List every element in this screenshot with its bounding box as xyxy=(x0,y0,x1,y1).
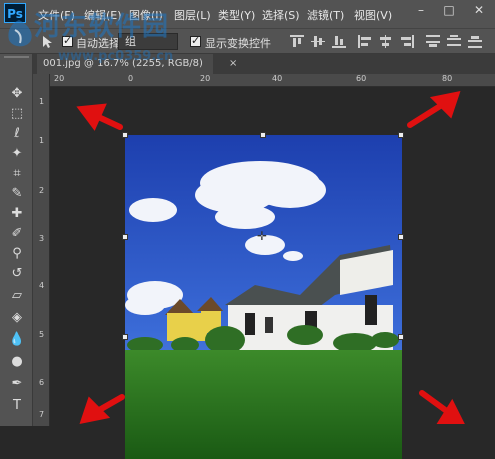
eyedropper-tool-icon[interactable]: ✎ xyxy=(6,184,28,204)
menu-layer[interactable]: 图层(L) xyxy=(174,7,211,23)
menu-type[interactable]: 类型(Y) xyxy=(218,7,255,23)
ruler-left-label: 3 xyxy=(39,234,45,243)
blur-tool-icon[interactable]: 💧 xyxy=(6,330,28,350)
ruler-top-label: 0 xyxy=(128,74,134,83)
magic-wand-tool-icon[interactable]: ✦ xyxy=(6,144,28,164)
marquee-tool-icon[interactable]: ⬚ xyxy=(6,104,28,124)
ruler-top-label: 20 xyxy=(200,74,211,83)
distribute-vcenter-icon[interactable] xyxy=(447,35,461,48)
toolbar-grip[interactable] xyxy=(4,56,29,58)
menu-view[interactable]: 视图(V) xyxy=(354,7,392,23)
ruler-left-label: 7 xyxy=(39,410,45,419)
align-vcenter-icon[interactable] xyxy=(311,35,325,48)
pen-tool-icon[interactable]: ✒ xyxy=(6,374,28,394)
close-button[interactable]: ✕ xyxy=(466,0,492,20)
align-hcenter-icon[interactable] xyxy=(379,35,393,48)
minimize-button[interactable]: – xyxy=(408,0,434,20)
tools-panel: ✥ ⬚ ℓ ✦ ⌗ ✎ ✚ ✐ ⚲ ↺ ▱ ◈ 💧 ● ✒ T xyxy=(0,54,33,426)
annotation-arrows xyxy=(76,91,465,424)
move-tool-icon[interactable]: ✥ xyxy=(6,84,28,104)
show-transform-label: 显示变换控件 xyxy=(205,37,271,50)
align-left-icon[interactable] xyxy=(358,35,372,48)
ruler-top-label: 40 xyxy=(272,74,283,83)
ruler-top-label: 20 xyxy=(54,74,65,83)
dodge-tool-icon[interactable]: ● xyxy=(6,352,28,372)
distribute-top-icon[interactable] xyxy=(426,35,440,48)
watermark-title: 河东软件园 xyxy=(34,12,170,42)
maximize-button[interactable]: □ xyxy=(436,0,462,20)
align-right-icon[interactable] xyxy=(400,35,414,48)
ruler-horizontal[interactable]: 20 0 20 40 60 80 xyxy=(50,74,495,87)
ruler-top-label: 80 xyxy=(442,74,453,83)
menu-filter[interactable]: 滤镜(T) xyxy=(307,7,344,23)
ruler-top-label: 60 xyxy=(356,74,367,83)
clone-stamp-tool-icon[interactable]: ⚲ xyxy=(6,244,28,264)
tab-close-icon[interactable]: × xyxy=(229,54,237,74)
ruler-left-label: 2 xyxy=(39,186,45,195)
show-transform-checkbox[interactable] xyxy=(190,34,201,47)
history-brush-tool-icon[interactable]: ↺ xyxy=(6,264,28,284)
ruler-left-label: 1 xyxy=(39,97,45,106)
ruler-left-label: 6 xyxy=(39,378,45,387)
ruler-left-label: 4 xyxy=(39,281,45,290)
ruler-left-label: 5 xyxy=(39,330,45,339)
watermark-logo xyxy=(8,20,32,47)
ruler-left-label: 1 xyxy=(39,136,45,145)
brush-tool-icon[interactable]: ✐ xyxy=(6,224,28,244)
crop-tool-icon[interactable]: ⌗ xyxy=(6,164,28,184)
healing-brush-tool-icon[interactable]: ✚ xyxy=(6,204,28,224)
align-top-icon[interactable] xyxy=(290,35,304,48)
canvas-area[interactable]: ✛ xyxy=(50,87,495,459)
eraser-tool-icon[interactable]: ▱ xyxy=(6,286,28,306)
type-tool-icon[interactable]: T xyxy=(6,396,28,416)
menu-select[interactable]: 选择(S) xyxy=(262,7,300,23)
paint-bucket-tool-icon[interactable]: ◈ xyxy=(6,308,28,328)
lasso-tool-icon[interactable]: ℓ xyxy=(6,124,28,144)
watermark-url: www.pc0359.cn xyxy=(58,49,174,64)
ruler-vertical[interactable]: 1 1 2 3 4 5 6 7 xyxy=(33,74,50,426)
align-bottom-icon[interactable] xyxy=(332,35,346,48)
distribute-bottom-icon[interactable] xyxy=(468,35,482,48)
